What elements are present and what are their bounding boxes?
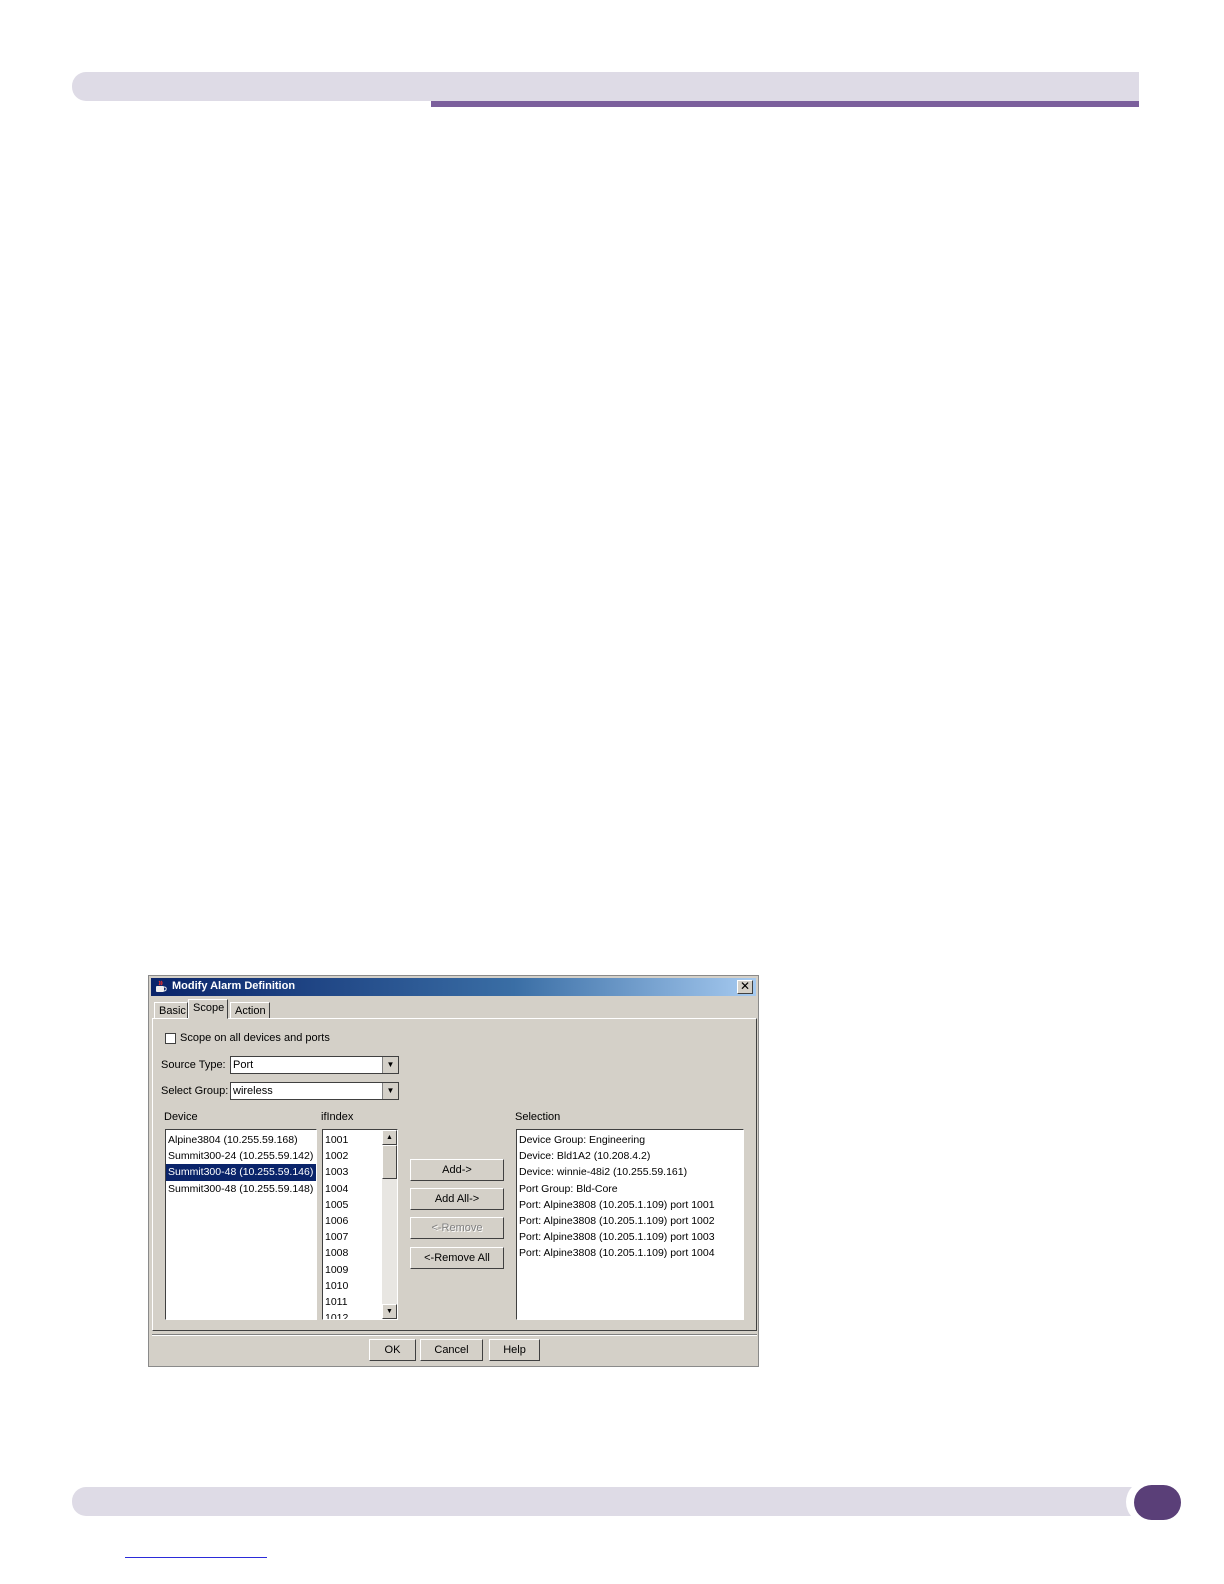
help-button[interactable]: Help [489, 1339, 540, 1361]
selection-list-item[interactable]: Port Group: Bld-Core [517, 1181, 743, 1197]
device-list-item[interactable]: Summit300-24 (10.255.59.142) [166, 1148, 316, 1164]
selection-list-item[interactable]: Device: Bld1A2 (10.208.4.2) [517, 1148, 743, 1164]
device-list-item-selected[interactable]: Summit300-48 (10.255.59.146) [166, 1164, 316, 1181]
java-cup-icon [156, 980, 167, 992]
device-list[interactable]: Alpine3804 (10.255.59.168) Summit300-24 … [165, 1129, 317, 1320]
chevron-down-icon[interactable]: ▼ [382, 1083, 398, 1099]
scope-all-checkbox[interactable] [165, 1033, 176, 1044]
select-group-value: wireless [233, 1085, 273, 1097]
footer-bar [72, 1487, 1147, 1516]
selection-list-item[interactable]: Port: Alpine3808 (10.205.1.109) port 100… [517, 1197, 743, 1213]
selection-list-item[interactable]: Device: winnie-48i2 (10.255.59.161) [517, 1164, 743, 1180]
selection-list[interactable]: Device Group: Engineering Device: Bld1A2… [516, 1129, 744, 1320]
tab-basic[interactable]: Basic [154, 1002, 188, 1019]
selection-list-label: Selection [515, 1111, 561, 1123]
tab-scope[interactable]: Scope [188, 999, 228, 1019]
source-type-value: Port [233, 1059, 254, 1071]
scroll-down-icon[interactable]: ▼ [382, 1304, 397, 1319]
selection-list-item[interactable]: Port: Alpine3808 (10.205.1.109) port 100… [517, 1229, 743, 1245]
device-list-item[interactable]: Summit300-48 (10.255.59.148) [166, 1181, 316, 1197]
scrollbar-thumb[interactable] [382, 1145, 397, 1179]
remove-all-button[interactable]: <-Remove All [410, 1247, 504, 1269]
remove-button[interactable]: <-Remove [410, 1217, 504, 1239]
ifindex-list-label: ifIndex [321, 1111, 354, 1123]
footer-link-underline[interactable] [125, 1557, 267, 1558]
header-bar [72, 72, 1139, 101]
scroll-up-icon[interactable]: ▲ [382, 1130, 397, 1145]
device-list-item[interactable]: Alpine3804 (10.255.59.168) [166, 1132, 316, 1148]
ok-button[interactable]: OK [369, 1339, 416, 1361]
source-type-select[interactable]: Port ▼ [230, 1056, 399, 1074]
source-type-label: Source Type: [161, 1059, 226, 1071]
scope-all-label: Scope on all devices and ports [180, 1032, 330, 1044]
tab-action[interactable]: Action [230, 1002, 270, 1019]
add-all-button[interactable]: Add All-> [410, 1188, 504, 1210]
close-icon: ✕ [739, 979, 751, 993]
selection-list-item[interactable]: Port: Alpine3808 (10.205.1.109) port 100… [517, 1245, 743, 1261]
chevron-down-icon[interactable]: ▼ [382, 1057, 398, 1073]
selection-list-item[interactable]: Port: Alpine3808 (10.205.1.109) port 100… [517, 1213, 743, 1229]
header-accent-stripe [431, 101, 1139, 107]
modify-alarm-definition-dialog: Modify Alarm Definition ✕ Basic Scope Ac… [148, 975, 759, 1367]
close-button[interactable]: ✕ [737, 980, 753, 994]
ifindex-list[interactable]: 1001 1002 1003 1004 1005 1006 1007 1008 … [322, 1129, 398, 1320]
selection-list-item[interactable]: Device Group: Engineering [517, 1132, 743, 1148]
select-group-label: Select Group: [161, 1085, 229, 1097]
select-group-select[interactable]: wireless ▼ [230, 1082, 399, 1100]
button-row-separator [152, 1334, 757, 1336]
ifindex-scrollbar[interactable]: ▲ ▼ [382, 1130, 397, 1319]
dialog-titlebar[interactable]: Modify Alarm Definition ✕ [151, 978, 756, 996]
add-button[interactable]: Add-> [410, 1159, 504, 1181]
footer-page-badge [1134, 1485, 1181, 1520]
cancel-button[interactable]: Cancel [420, 1339, 483, 1361]
device-list-label: Device [164, 1111, 198, 1123]
dialog-title: Modify Alarm Definition [172, 980, 296, 992]
